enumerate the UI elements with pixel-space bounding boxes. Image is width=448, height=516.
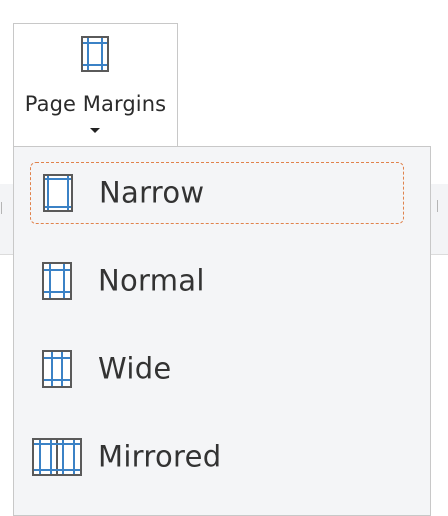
menu-item-normal[interactable]: Normal	[30, 250, 404, 312]
menu-item-label: Normal	[98, 263, 205, 298]
menu-item-wide[interactable]: Wide	[30, 338, 404, 400]
page-margins-icon	[81, 36, 109, 72]
menu-item-label: Wide	[98, 351, 172, 386]
margins-dropdown-menu: Narrow Normal Wide Mirrored	[13, 146, 431, 516]
menu-item-mirrored[interactable]: Mirrored	[30, 426, 404, 488]
menu-item-label: Narrow	[99, 175, 205, 210]
menu-item-label: Mirrored	[98, 439, 222, 474]
page-margins-button[interactable]: Page Margins	[13, 23, 178, 147]
normal-margins-icon	[42, 262, 72, 300]
wide-margins-icon	[42, 350, 72, 388]
ribbon-divider	[1, 202, 2, 214]
page-margins-label: Page Margins	[24, 92, 167, 116]
chevron-down-icon[interactable]	[90, 128, 100, 133]
narrow-margins-icon	[43, 174, 73, 212]
ribbon-divider	[437, 200, 438, 212]
menu-item-narrow[interactable]: Narrow	[30, 162, 404, 224]
mirrored-margins-icon	[32, 438, 82, 476]
